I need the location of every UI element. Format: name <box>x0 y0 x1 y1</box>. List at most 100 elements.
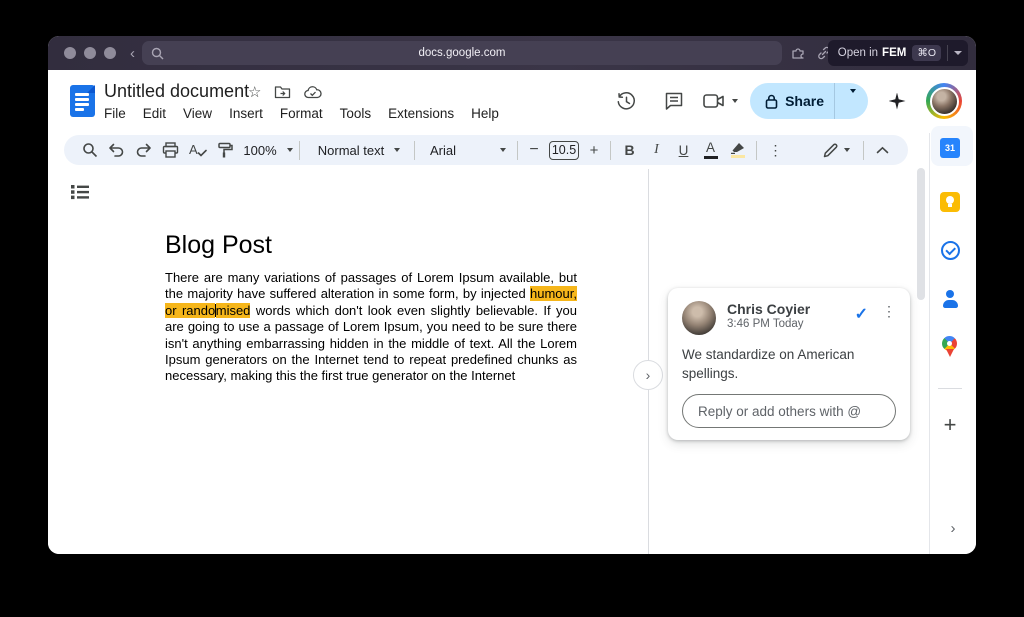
lock-icon <box>765 94 778 109</box>
menu-item-file[interactable]: File <box>104 106 126 121</box>
cloud-status-icon[interactable] <box>304 86 322 99</box>
hide-comments-button[interactable]: › <box>633 360 663 390</box>
undo-button[interactable] <box>103 137 130 163</box>
share-dropdown-button[interactable] <box>835 93 868 109</box>
paint-format-button[interactable] <box>211 137 238 163</box>
more-options-button[interactable]: ⋮ <box>762 137 789 163</box>
sidebar-item-maps[interactable] <box>939 336 961 358</box>
underline-button[interactable]: U <box>670 137 697 163</box>
add-addon-button[interactable]: + <box>939 414 961 436</box>
spellcheck-button[interactable]: A <box>184 137 211 163</box>
menu-item-view[interactable]: View <box>183 106 212 121</box>
divider <box>610 141 611 160</box>
close-window-button[interactable] <box>64 47 76 59</box>
account-avatar[interactable] <box>926 83 962 119</box>
print-button[interactable] <box>157 137 184 163</box>
divider <box>947 45 948 61</box>
version-history-button[interactable] <box>607 82 645 120</box>
chevron-down-icon <box>394 148 400 152</box>
menu-item-insert[interactable]: Insert <box>229 106 263 121</box>
increase-font-size-button[interactable]: + <box>583 137 605 163</box>
collapse-toolbar-button[interactable] <box>869 137 896 163</box>
chevron-down-icon[interactable] <box>954 51 962 55</box>
url-text: docs.google.com <box>142 47 782 59</box>
browser-titlebar: ‹ docs.google.com Open in FEM ⌘O <box>48 36 976 70</box>
google-keep-icon <box>940 192 960 212</box>
zoom-select[interactable]: 100% <box>238 137 294 163</box>
meet-call-button[interactable] <box>703 93 738 109</box>
sidebar-item-tasks[interactable] <box>939 239 961 261</box>
chevron-down-icon <box>844 148 850 152</box>
extensions-puzzle-icon[interactable] <box>790 45 806 61</box>
open-in-shortcut: ⌘O <box>912 45 941 61</box>
divider <box>938 388 962 389</box>
star-icon[interactable]: ☆ <box>248 83 261 101</box>
search-menus-button[interactable] <box>76 137 103 163</box>
highlighted-text: mised <box>216 303 251 318</box>
spellcheck-icon: A <box>189 142 207 158</box>
document-outline-icon[interactable] <box>70 183 90 201</box>
comments-button[interactable] <box>655 82 693 120</box>
minimize-window-button[interactable] <box>84 47 96 59</box>
italic-button[interactable]: I <box>643 137 670 163</box>
comment-more-button[interactable]: ⋮ <box>882 303 896 320</box>
menu-item-format[interactable]: Format <box>280 106 323 121</box>
google-docs-logo-icon[interactable] <box>70 85 95 117</box>
open-in-app-button[interactable]: Open in FEM ⌘O <box>828 40 968 66</box>
menu-item-edit[interactable]: Edit <box>143 106 166 121</box>
sidebar-item-keep[interactable] <box>939 191 961 213</box>
google-contacts-icon <box>940 289 960 309</box>
menu-item-extensions[interactable]: Extensions <box>388 106 454 121</box>
docs-header: Untitled document ☆ File Edit View Insert Fo… <box>48 70 976 133</box>
divider <box>299 141 300 160</box>
comment-reply-input[interactable]: Reply or add others with @ <box>682 394 896 428</box>
paragraph-style-select[interactable]: Normal text <box>305 137 409 163</box>
decrease-font-size-button[interactable]: − <box>523 137 545 163</box>
traffic-lights[interactable] <box>64 47 116 59</box>
google-maps-icon <box>942 336 958 358</box>
menu-item-help[interactable]: Help <box>471 106 499 121</box>
chevron-down-icon[interactable] <box>732 99 738 103</box>
highlight-color-button[interactable] <box>724 137 751 163</box>
sparkle-icon <box>889 93 906 110</box>
open-in-app-name: FEM <box>882 47 906 59</box>
document-paragraph[interactable]: There are many variations of passages of… <box>165 270 577 385</box>
share-button[interactable]: Share <box>750 83 868 119</box>
divider <box>517 141 518 160</box>
zoom-window-button[interactable] <box>104 47 116 59</box>
move-folder-icon[interactable] <box>274 85 291 99</box>
chevron-right-icon: › <box>646 367 651 383</box>
commenter-avatar <box>682 301 716 335</box>
document-heading[interactable]: Blog Post <box>165 231 272 260</box>
commenter-name: Chris Coyier <box>727 301 855 317</box>
undo-icon <box>108 143 125 157</box>
bold-button[interactable]: B <box>616 137 643 163</box>
editing-mode-select[interactable] <box>814 137 858 163</box>
menu-item-tools[interactable]: Tools <box>340 106 372 121</box>
chevron-up-icon <box>876 146 889 154</box>
font-size-input[interactable]: 10.5 <box>549 141 579 160</box>
document-title[interactable]: Untitled document <box>104 81 249 102</box>
redo-button[interactable] <box>130 137 157 163</box>
address-bar[interactable]: docs.google.com <box>142 41 782 65</box>
comment-card[interactable]: Chris Coyier 3:46 PM Today ✓ ⋮ We standa… <box>668 288 910 440</box>
comment-icon <box>664 91 684 111</box>
browser-back-button[interactable]: ‹ <box>130 46 135 61</box>
divider <box>414 141 415 160</box>
google-calendar-icon: 31 <box>940 138 960 158</box>
vertical-scrollbar[interactable] <box>917 168 925 300</box>
divider <box>756 141 757 160</box>
text-color-button[interactable]: A <box>697 137 724 163</box>
sidebar-item-contacts[interactable] <box>939 288 961 310</box>
printer-icon <box>162 142 179 158</box>
chevron-down-icon <box>500 148 506 152</box>
resolve-comment-button[interactable]: ✓ <box>855 304 868 324</box>
sidebar-item-calendar[interactable]: 31 <box>939 137 961 159</box>
svg-text:A: A <box>189 142 198 157</box>
video-camera-icon <box>703 93 725 109</box>
expand-side-panel-button[interactable]: › <box>944 519 962 537</box>
paragraph-text: There are many variations of passages of… <box>165 270 577 301</box>
paragraph-style-value: Normal text <box>314 143 388 158</box>
font-family-select[interactable]: Arial <box>420 137 512 163</box>
gemini-button[interactable] <box>878 82 916 120</box>
